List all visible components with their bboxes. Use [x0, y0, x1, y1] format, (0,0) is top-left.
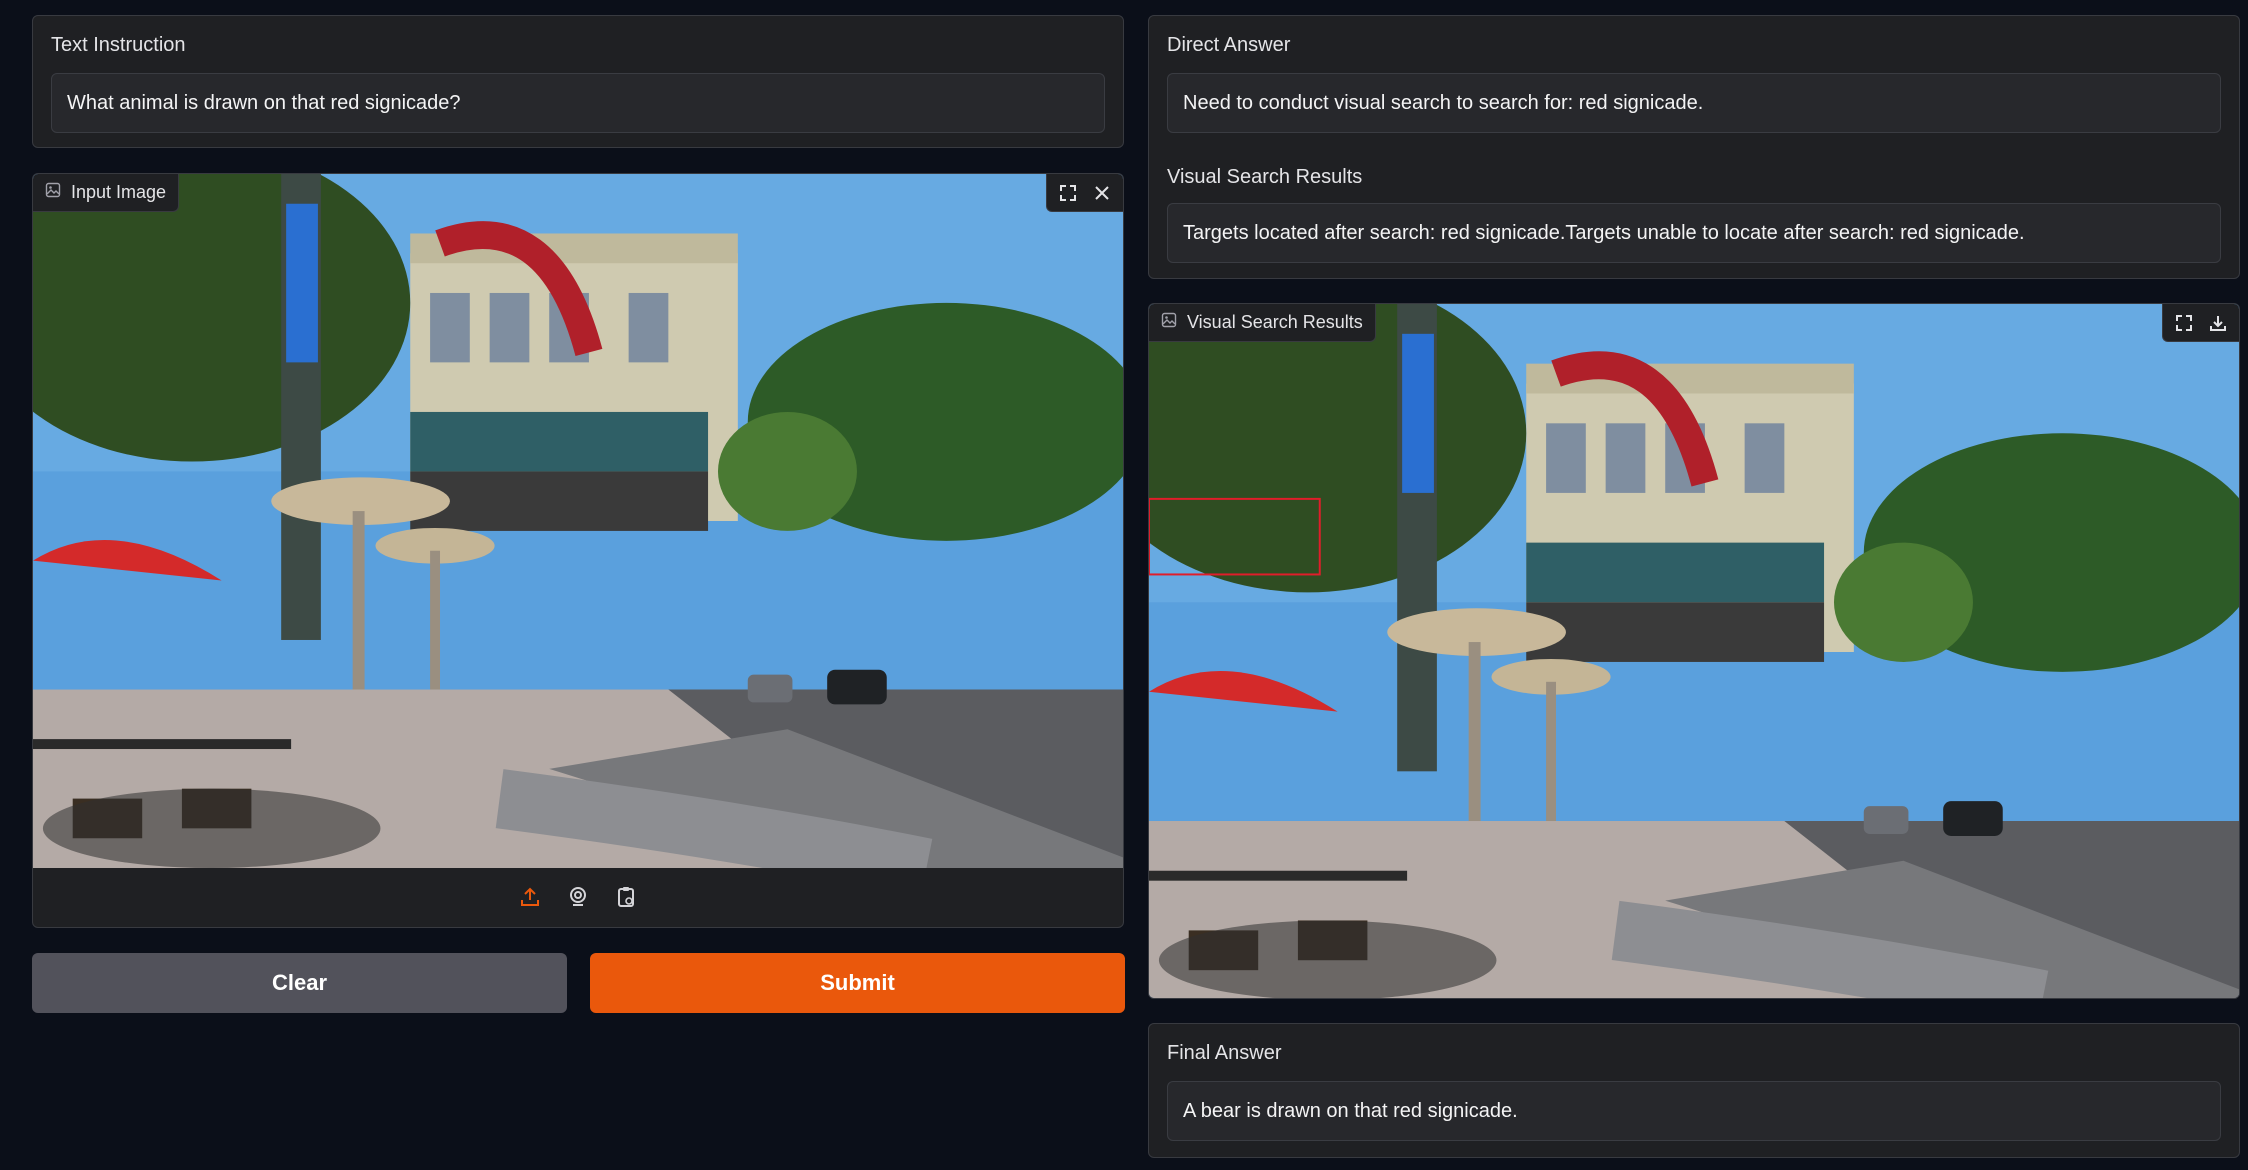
download-icon[interactable] — [2203, 308, 2233, 338]
visual-search-image-label: Visual Search Results — [1187, 312, 1363, 332]
input-image[interactable] — [33, 174, 1124, 868]
input-image-panel: Input Image — [32, 173, 1124, 928]
final-answer-panel: Final Answer A bear is drawn on that red… — [1148, 1023, 2240, 1158]
fullscreen-icon[interactable] — [1053, 178, 1083, 208]
image-source-bar — [33, 867, 1123, 927]
upload-icon[interactable] — [513, 880, 547, 914]
direct-answer-panel: Direct Answer Need to conduct visual sea… — [1148, 15, 2240, 279]
visual-search-image-panel: Visual Search Results — [1148, 303, 2240, 999]
visual-search-image-tag: Visual Search Results — [1149, 304, 1376, 342]
direct-answer-label: Direct Answer — [1167, 34, 1291, 56]
image-icon — [45, 182, 61, 203]
final-answer-label: Final Answer — [1167, 1042, 1282, 1064]
webcam-icon[interactable] — [561, 880, 595, 914]
image-icon — [1161, 312, 1177, 333]
final-answer-output[interactable]: A bear is drawn on that red signicade. — [1167, 1081, 2221, 1141]
input-image-label: Input Image — [71, 182, 167, 202]
visual-search-image-tools — [2162, 304, 2239, 342]
visual-search-results-label: Visual Search Results — [1167, 166, 1363, 188]
text-instruction-input[interactable]: What animal is drawn on that red signica… — [51, 73, 1105, 133]
input-image-tools — [1046, 174, 1123, 212]
fullscreen-icon[interactable] — [2169, 308, 2199, 338]
input-image-tag: Input Image — [33, 174, 180, 212]
close-icon[interactable] — [1087, 178, 1117, 208]
visual-search-results-output[interactable]: Targets located after search: red signic… — [1167, 203, 2221, 263]
clipboard-icon[interactable] — [609, 880, 643, 914]
clear-button[interactable]: Clear — [32, 953, 567, 1013]
visual-search-image[interactable] — [1149, 304, 2240, 999]
direct-answer-output[interactable]: Need to conduct visual search to search … — [1167, 73, 2221, 133]
text-instruction-panel: Text Instruction What animal is drawn on… — [32, 15, 1124, 148]
submit-button[interactable]: Submit — [590, 953, 1125, 1013]
text-instruction-label: Text Instruction — [51, 34, 186, 56]
